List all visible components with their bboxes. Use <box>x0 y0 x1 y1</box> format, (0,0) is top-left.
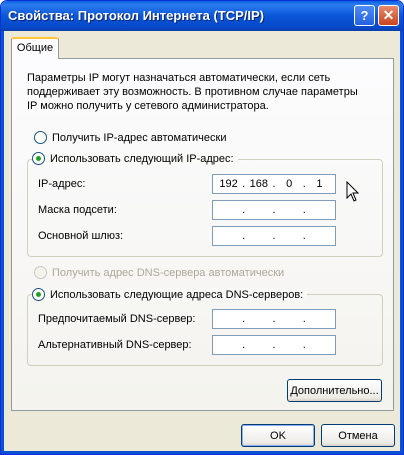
alternate-dns-label: Альтернативный DNS-сервер: <box>38 339 192 351</box>
dns-manual-group <box>27 294 383 366</box>
close-button[interactable]: ✕ <box>378 5 399 26</box>
dns-auto-label: Получить адрес DNS-сервера автоматически <box>52 266 285 279</box>
ip-octet-3: 0 <box>286 178 293 190</box>
mask-dot-1: . <box>242 204 246 216</box>
alternate-dns-input[interactable]: . . . <box>212 335 336 355</box>
ip-auto-label: Получить IP-адрес автоматически <box>52 131 227 144</box>
adns-dot-1: . <box>242 339 246 351</box>
advanced-button[interactable]: Дополнительно... <box>287 379 382 402</box>
ip-auto-option[interactable]: Получить IP-адрес автоматически <box>34 131 226 144</box>
adns-dot-2: . <box>272 339 276 351</box>
pdns-dot-2: . <box>272 313 276 325</box>
ip-address-input[interactable]: 192 . 168 . 0 . 1 <box>212 174 336 194</box>
mouse-cursor-icon <box>346 181 360 202</box>
ip-octet-1: 192 <box>219 178 238 190</box>
gateway-label: Основной шлюз: <box>38 230 124 242</box>
gw-dot-3: . <box>302 230 306 242</box>
dns-manual-label: Использовать следующие адреса DNS-сервер… <box>50 288 304 301</box>
adns-dot-3: . <box>302 339 306 351</box>
tab-general[interactable]: Общие <box>11 37 59 59</box>
title-bar[interactable]: Свойства: Протокол Интернета (TCP/IP) ? … <box>1 1 403 31</box>
ip-manual-option[interactable]: Использовать следующий IP-адрес: <box>32 152 238 165</box>
help-button[interactable]: ? <box>354 5 375 26</box>
gw-dot-2: . <box>272 230 276 242</box>
mask-dot-3: . <box>302 204 306 216</box>
ip-auto-radio[interactable] <box>34 131 47 144</box>
tab-panel-general: Параметры IP могут назначаться автоматич… <box>11 58 394 411</box>
preferred-dns-input[interactable]: . . . <box>212 309 336 329</box>
subnet-mask-input[interactable]: . . . <box>212 200 336 220</box>
window-border-bottom <box>1 451 403 454</box>
pdns-dot-3: . <box>302 313 306 325</box>
ip-dot-1: . <box>242 178 246 190</box>
ip-address-label: IP-адрес: <box>38 178 86 190</box>
ip-octet-2: 168 <box>249 178 269 190</box>
ip-dot-2: . <box>272 178 276 190</box>
ip-manual-label: Использовать следующий IP-адрес: <box>50 152 234 165</box>
tcpip-properties-dialog: Свойства: Протокол Интернета (TCP/IP) ? … <box>0 0 404 455</box>
gw-dot-1: . <box>242 230 246 242</box>
dns-manual-radio[interactable] <box>32 288 45 301</box>
close-icon: ✕ <box>382 7 395 23</box>
dns-manual-option[interactable]: Использовать следующие адреса DNS-сервер… <box>32 288 308 301</box>
help-icon: ? <box>360 8 369 23</box>
subnet-mask-label: Маска подсети: <box>38 204 117 216</box>
ip-dot-3: . <box>302 178 306 190</box>
ip-octet-4: 1 <box>316 178 323 190</box>
gateway-input[interactable]: . . . <box>212 226 336 246</box>
window-title: Свойства: Протокол Интернета (TCP/IP) <box>8 8 264 23</box>
ok-button[interactable]: OK <box>241 424 315 447</box>
preferred-dns-label: Предпочитаемый DNS-сервер: <box>38 313 196 325</box>
pdns-dot-1: . <box>242 313 246 325</box>
description-text: Параметры IP могут назначаться автоматич… <box>27 72 358 112</box>
dns-auto-radio[interactable] <box>34 266 47 279</box>
mask-dot-2: . <box>272 204 276 216</box>
cancel-button[interactable]: Отмена <box>321 424 395 447</box>
window-border-right <box>400 31 403 454</box>
dns-auto-option[interactable]: Получить адрес DNS-сервера автоматически <box>34 266 284 279</box>
window-border-left <box>1 31 4 454</box>
ip-manual-radio[interactable] <box>32 152 45 165</box>
